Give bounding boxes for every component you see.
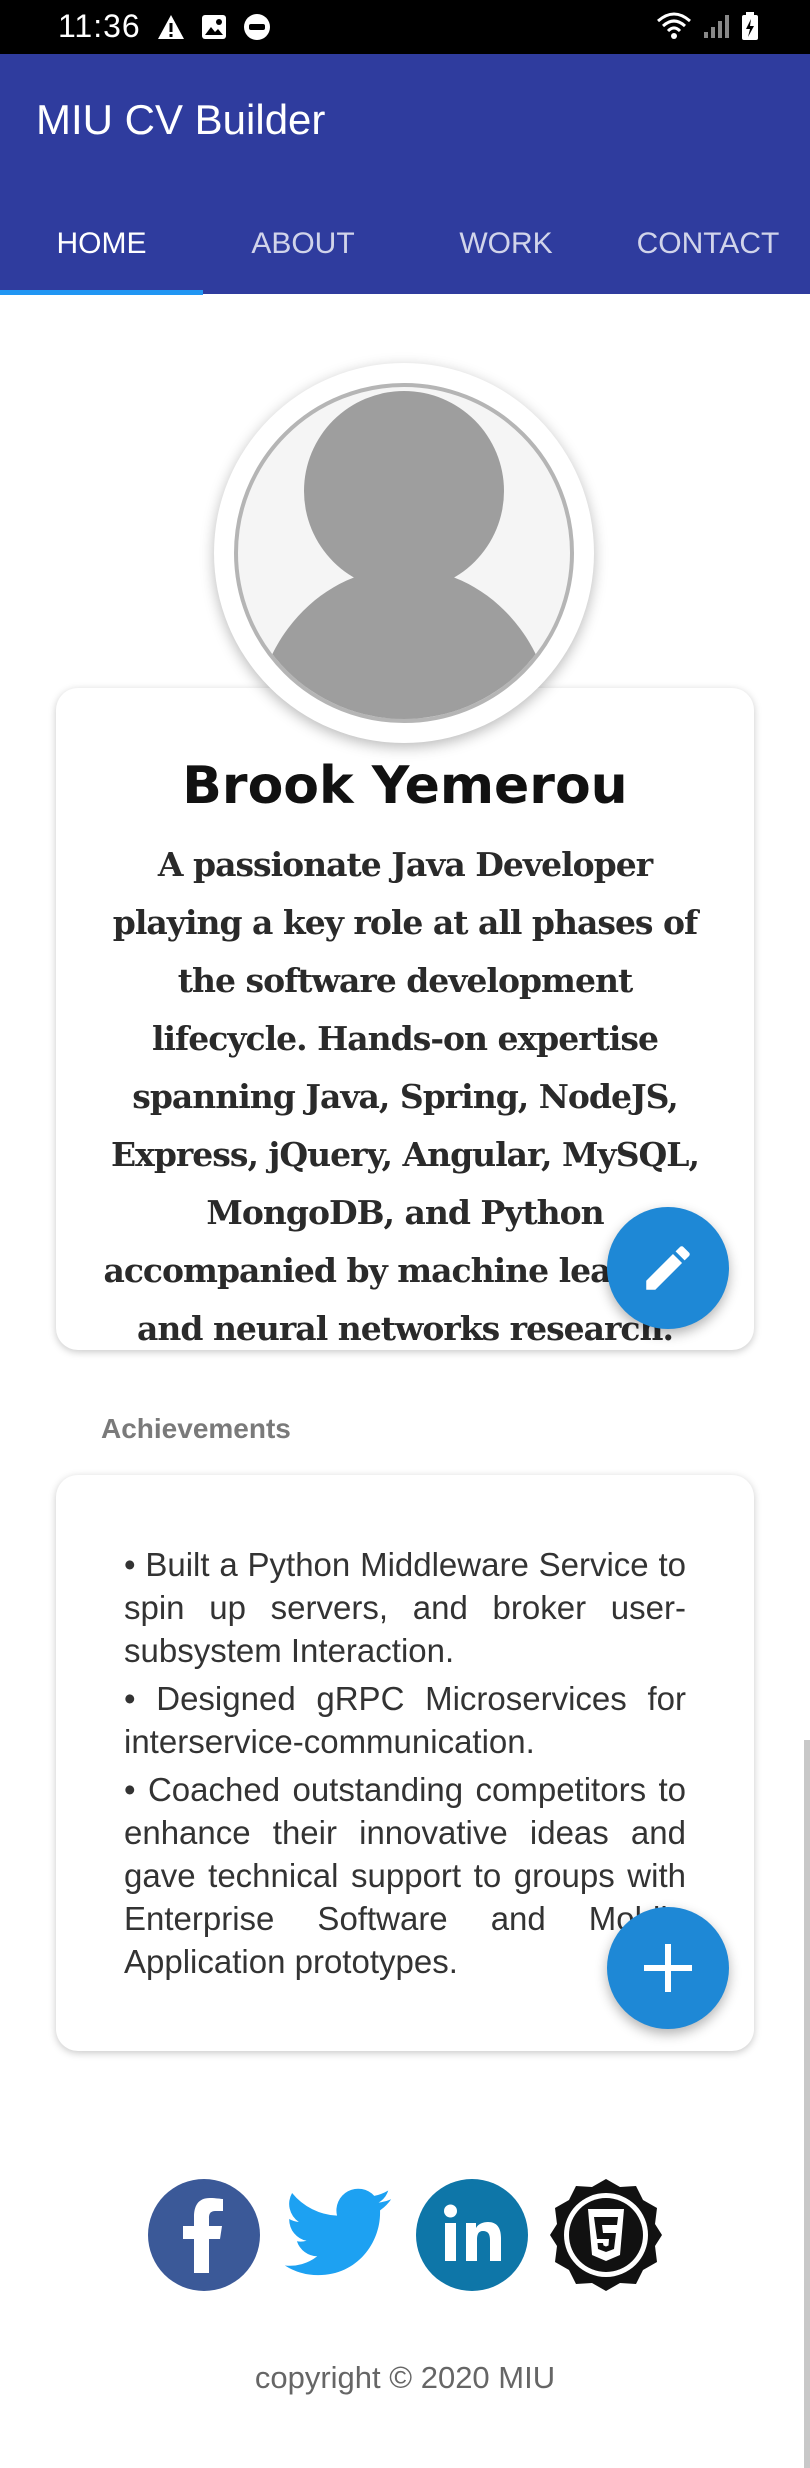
twitter-icon bbox=[284, 2188, 392, 2276]
dex-icon bbox=[244, 14, 270, 40]
warning-icon bbox=[158, 15, 184, 39]
tab-about[interactable]: ABOUT bbox=[203, 227, 403, 261]
tab-home[interactable]: HOME bbox=[0, 227, 203, 261]
tab-work[interactable]: WORK bbox=[406, 227, 606, 261]
copyright-text: copyright © 2020 MIU bbox=[254, 2360, 556, 2395]
achievements-list: • Built a Python Middleware Service to s… bbox=[124, 1543, 686, 1988]
system-icons bbox=[656, 11, 760, 41]
wifi-icon bbox=[657, 12, 691, 39]
avatar[interactable] bbox=[214, 363, 594, 743]
pencil-icon bbox=[646, 1246, 690, 1290]
signal-icon bbox=[704, 15, 729, 38]
linkedin-icon bbox=[416, 2179, 528, 2291]
image-icon bbox=[202, 15, 226, 39]
facebook-link[interactable] bbox=[146, 2177, 262, 2293]
list-item: • Coached outstanding competitors to enh… bbox=[124, 1771, 686, 1980]
tab-bar: HOME ABOUT WORK CONTACT bbox=[0, 199, 810, 294]
app-title: MIU CV Builder bbox=[36, 96, 326, 143]
plus-icon bbox=[644, 1944, 692, 1992]
facebook-icon bbox=[148, 2179, 260, 2291]
tab-indicator bbox=[0, 290, 203, 295]
add-achievement-button[interactable] bbox=[607, 1907, 729, 2029]
tab-contact[interactable]: CONTACT bbox=[608, 227, 808, 261]
avatar-placeholder-icon bbox=[234, 383, 574, 723]
list-item: • Designed gRPC Microservices for inters… bbox=[124, 1680, 686, 1760]
status-bar: 11:36 bbox=[0, 0, 810, 54]
linkedin-link[interactable] bbox=[414, 2177, 530, 2293]
html5-link[interactable] bbox=[548, 2177, 664, 2293]
achievements-label: Achievements bbox=[101, 1413, 291, 1444]
scrollbar[interactable] bbox=[804, 1740, 810, 2468]
html5-icon bbox=[550, 2179, 662, 2291]
twitter-link[interactable] bbox=[280, 2177, 396, 2293]
profile-name: Brook Yemerou bbox=[182, 756, 628, 816]
list-item: • Built a Python Middleware Service to s… bbox=[124, 1546, 686, 1669]
app-bar: MIU CV Builder HOME ABOUT WORK CONTACT bbox=[0, 54, 810, 294]
notification-icons bbox=[156, 12, 272, 42]
edit-button[interactable] bbox=[607, 1207, 729, 1329]
status-time: 11:36 bbox=[58, 8, 141, 44]
battery-icon bbox=[742, 12, 758, 40]
